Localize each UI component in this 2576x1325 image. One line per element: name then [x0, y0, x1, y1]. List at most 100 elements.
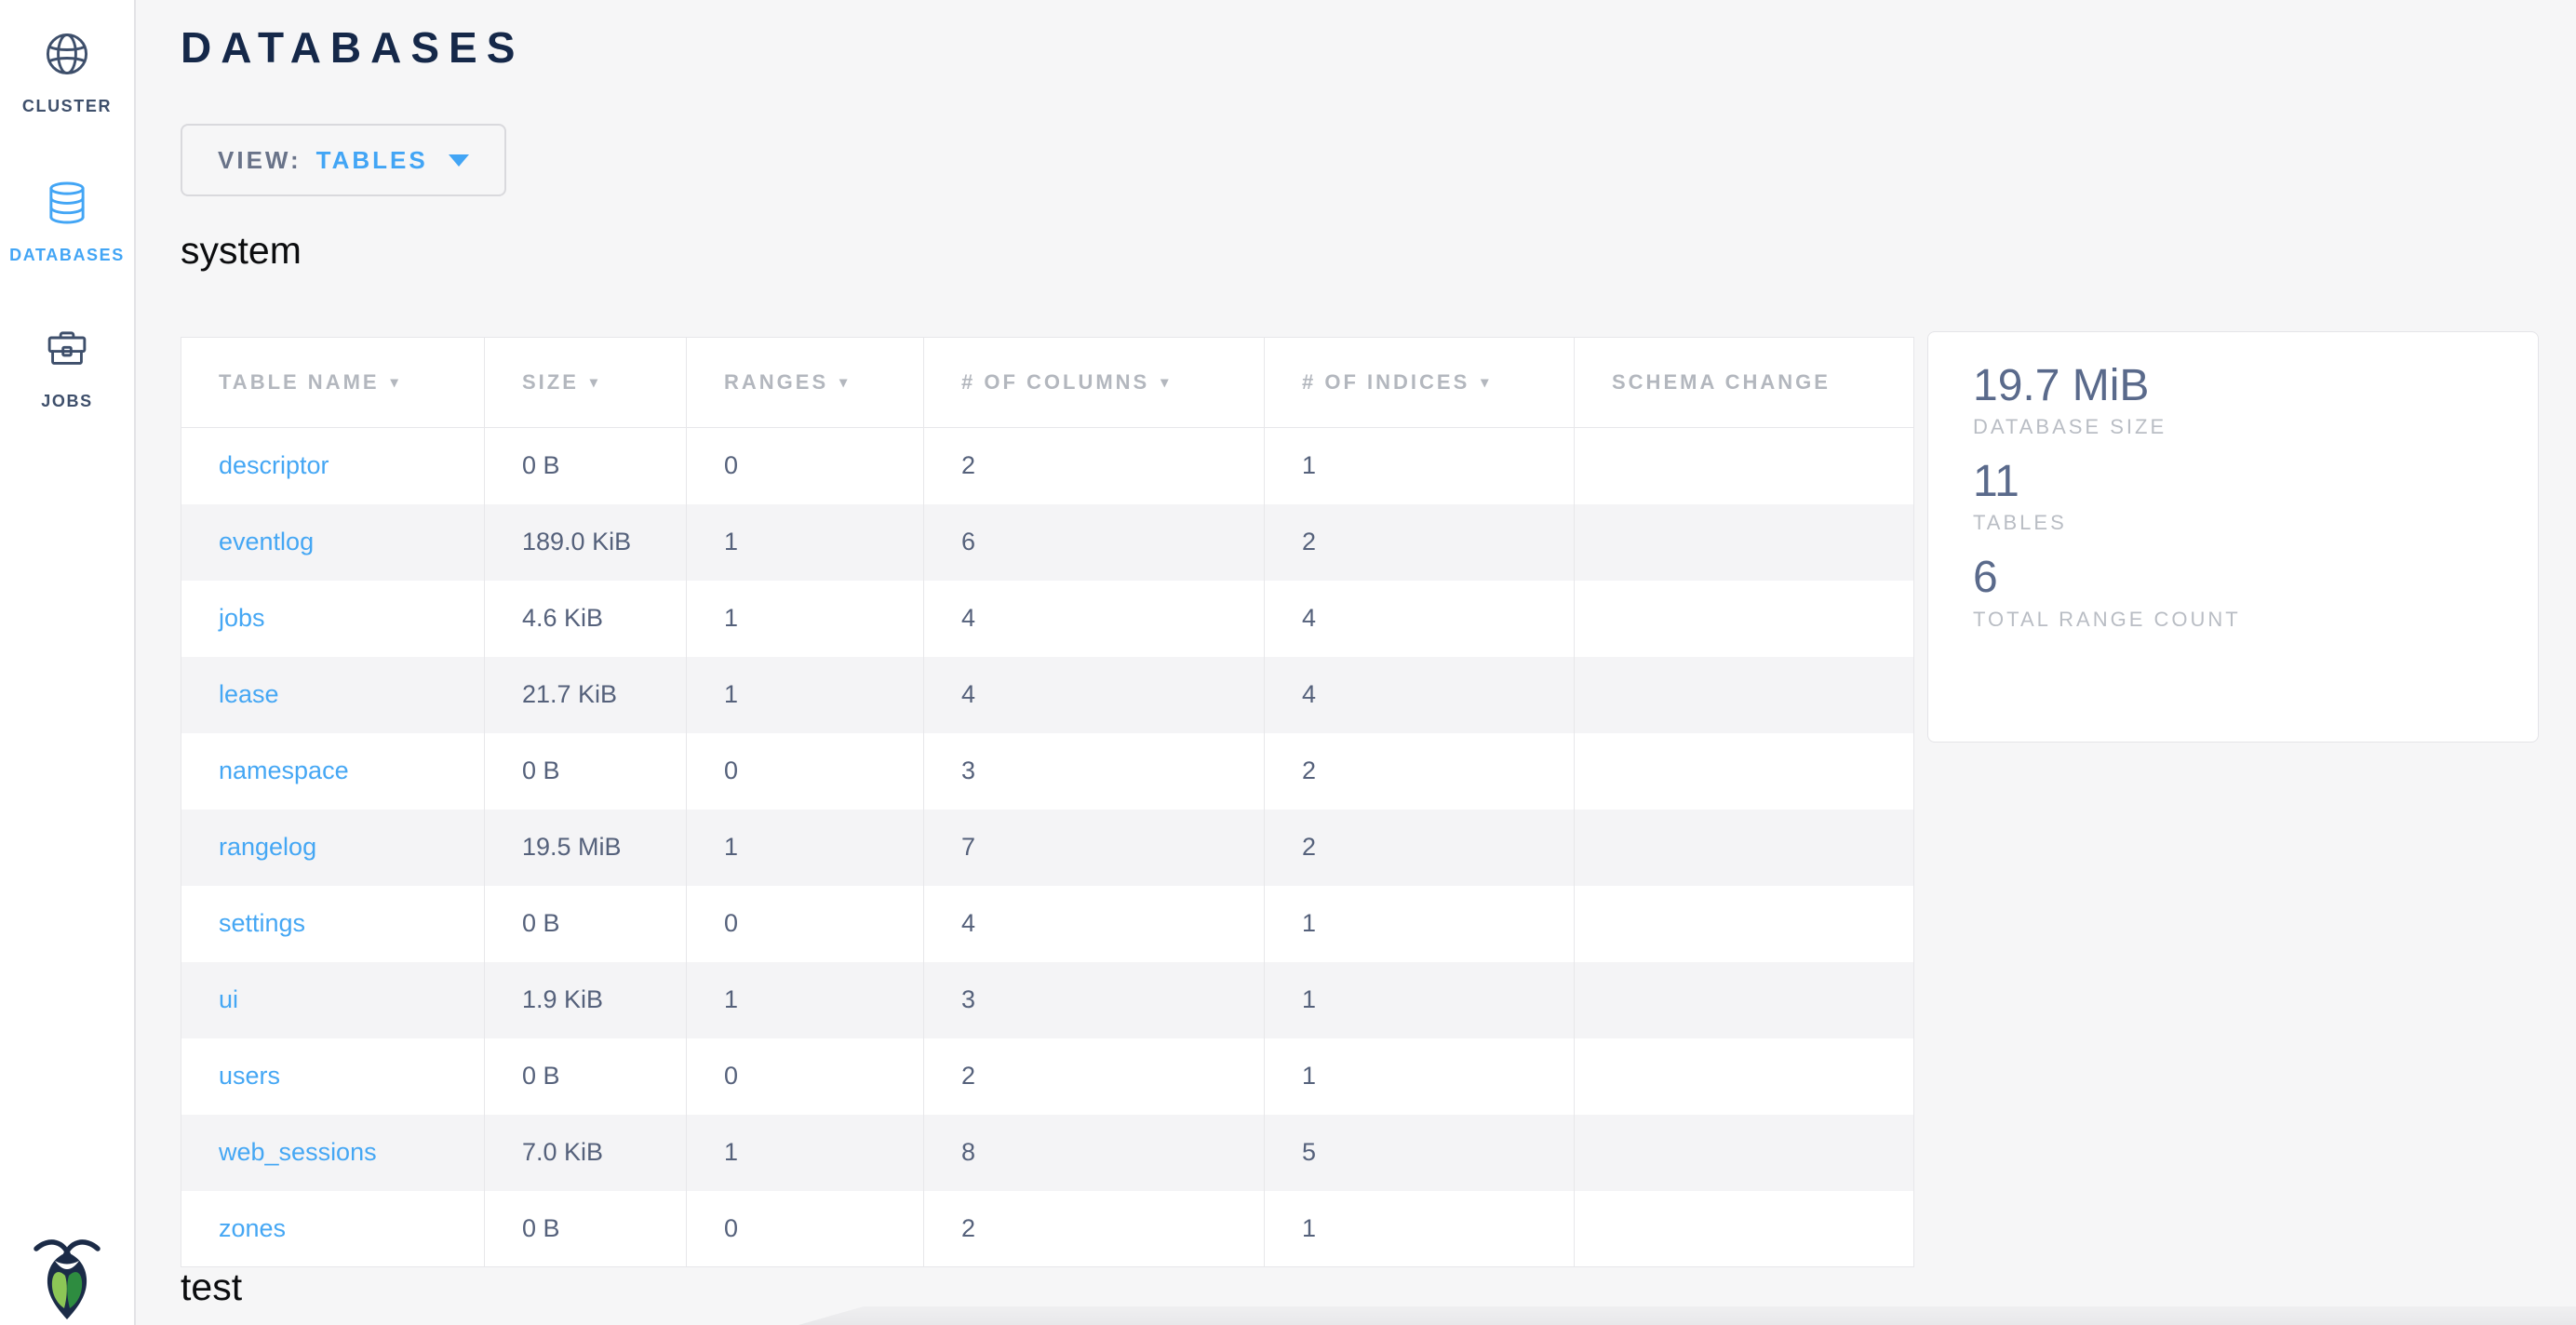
table-row: web_sessions 7.0 KiB 1 8 5 — [181, 1115, 1914, 1191]
indices-count-cell: 1 — [1265, 428, 1575, 504]
columns-count-cell: 2 — [924, 1191, 1265, 1267]
columns-count-cell: 8 — [924, 1115, 1265, 1191]
sort-arrow-icon: ▾ — [590, 373, 600, 392]
size-cell: 0 B — [485, 428, 687, 504]
stat-value: 19.7 MiB — [1973, 360, 2519, 411]
schema-change-cell — [1575, 810, 1914, 886]
ranges-cell: 1 — [687, 581, 924, 657]
sort-arrow-icon: ▾ — [1481, 373, 1491, 392]
ranges-cell: 0 — [687, 1038, 924, 1115]
indices-count-cell: 2 — [1265, 504, 1575, 581]
view-selector-value: TABLES — [316, 146, 428, 175]
size-cell: 1.9 KiB — [485, 962, 687, 1038]
sort-arrow-icon: ▾ — [391, 373, 401, 392]
size-cell: 7.0 KiB — [485, 1115, 687, 1191]
ranges-cell: 0 — [687, 886, 924, 962]
table-row: lease 21.7 KiB 1 4 4 — [181, 657, 1914, 733]
ranges-cell: 1 — [687, 962, 924, 1038]
column-header[interactable]: RANGES▾ — [687, 338, 924, 428]
main-content: DATABASES VIEW: TABLES system TABLE NAME… — [136, 0, 2576, 1325]
indices-count-cell: 4 — [1265, 581, 1575, 657]
column-header-label: SCHEMA CHANGE — [1612, 370, 1831, 394]
indices-count-cell: 1 — [1265, 962, 1575, 1038]
column-header-label: SIZE — [522, 370, 579, 394]
ranges-cell: 0 — [687, 428, 924, 504]
column-header[interactable]: # OF COLUMNS▾ — [924, 338, 1265, 428]
columns-count-cell: 3 — [924, 733, 1265, 810]
database-icon — [0, 181, 134, 225]
indices-count-cell: 1 — [1265, 886, 1575, 962]
table-name-cell: descriptor — [181, 428, 485, 504]
stat-label: TOTAL RANGE COUNT — [1973, 608, 2519, 632]
size-cell: 0 B — [485, 733, 687, 810]
ranges-cell: 1 — [687, 657, 924, 733]
column-header-label: TABLE NAME — [219, 370, 380, 394]
database-summary-card: 19.7 MiB DATABASE SIZE 11 TABLES 6 TOTAL… — [1927, 331, 2539, 743]
bottom-shadow — [798, 1306, 2576, 1325]
table-name-link[interactable]: eventlog — [219, 528, 314, 555]
indices-count-cell: 1 — [1265, 1191, 1575, 1267]
columns-count-cell: 2 — [924, 1038, 1265, 1115]
size-cell: 189.0 KiB — [485, 504, 687, 581]
table-row: jobs 4.6 KiB 1 4 4 — [181, 581, 1914, 657]
table-row: ui 1.9 KiB 1 3 1 — [181, 962, 1914, 1038]
table-row: descriptor 0 B 0 2 1 — [181, 428, 1914, 504]
schema-change-cell — [1575, 733, 1914, 810]
table-name-link[interactable]: descriptor — [219, 451, 329, 479]
size-cell: 0 B — [485, 1038, 687, 1115]
stat-value: 11 — [1973, 456, 2519, 507]
schema-change-cell — [1575, 504, 1914, 581]
table-name-cell: ui — [181, 962, 485, 1038]
sidebar-item-cluster[interactable]: CLUSTER — [0, 32, 134, 116]
column-header-label: RANGES — [724, 370, 828, 394]
size-cell: 4.6 KiB — [485, 581, 687, 657]
sidebar-item-jobs[interactable]: JOBS — [0, 327, 134, 411]
table-row: namespace 0 B 0 3 2 — [181, 733, 1914, 810]
ranges-cell: 0 — [687, 733, 924, 810]
column-header[interactable]: # OF INDICES ▾ — [1265, 338, 1575, 428]
schema-change-cell — [1575, 1038, 1914, 1115]
table-name-link[interactable]: settings — [219, 909, 305, 937]
view-selector[interactable]: VIEW: TABLES — [181, 124, 506, 196]
sidebar-item-databases[interactable]: DATABASES — [0, 181, 134, 265]
table-name-link[interactable]: jobs — [219, 604, 265, 632]
table-name-link[interactable]: rangelog — [219, 833, 316, 861]
table-row: rangelog 19.5 MiB 1 7 2 — [181, 810, 1914, 886]
column-header[interactable]: TABLE NAME ▾ — [181, 338, 485, 428]
cockroachdb-logo[interactable] — [32, 1237, 102, 1320]
table-name-link[interactable]: lease — [219, 680, 279, 708]
indices-count-cell: 2 — [1265, 733, 1575, 810]
schema-change-cell — [1575, 1115, 1914, 1191]
column-header[interactable]: SIZE ▾ — [485, 338, 687, 428]
chevron-down-icon — [449, 154, 469, 167]
table-name-link[interactable]: web_sessions — [219, 1138, 377, 1166]
table-name-link[interactable]: users — [219, 1062, 280, 1090]
stat-label: DATABASE SIZE — [1973, 415, 2519, 439]
table-row: users 0 B 0 2 1 — [181, 1038, 1914, 1115]
ranges-cell: 1 — [687, 810, 924, 886]
schema-change-cell — [1575, 1191, 1914, 1267]
table-name-link[interactable]: ui — [219, 985, 238, 1013]
indices-count-cell: 4 — [1265, 657, 1575, 733]
columns-count-cell: 4 — [924, 581, 1265, 657]
summary-stat: 11 TABLES — [1973, 456, 2519, 535]
table-name-cell: eventlog — [181, 504, 485, 581]
sort-arrow-icon: ▾ — [1161, 373, 1171, 392]
globe-icon — [0, 32, 134, 76]
schema-change-cell — [1575, 962, 1914, 1038]
indices-count-cell: 1 — [1265, 1038, 1575, 1115]
table-name-cell: settings — [181, 886, 485, 962]
columns-count-cell: 4 — [924, 886, 1265, 962]
size-cell: 0 B — [485, 886, 687, 962]
view-selector-label: VIEW: — [218, 146, 302, 175]
sidebar-item-label: DATABASES — [0, 246, 134, 265]
column-header-label: # OF INDICES — [1302, 370, 1469, 394]
ranges-cell: 0 — [687, 1191, 924, 1267]
column-header[interactable]: SCHEMA CHANGE▾ — [1575, 338, 1914, 428]
table-name-link[interactable]: namespace — [219, 756, 349, 784]
schema-change-cell — [1575, 657, 1914, 733]
table-name-cell: users — [181, 1038, 485, 1115]
table-name-link[interactable]: zones — [219, 1214, 286, 1242]
summary-stat: 6 TOTAL RANGE COUNT — [1973, 552, 2519, 631]
columns-count-cell: 7 — [924, 810, 1265, 886]
